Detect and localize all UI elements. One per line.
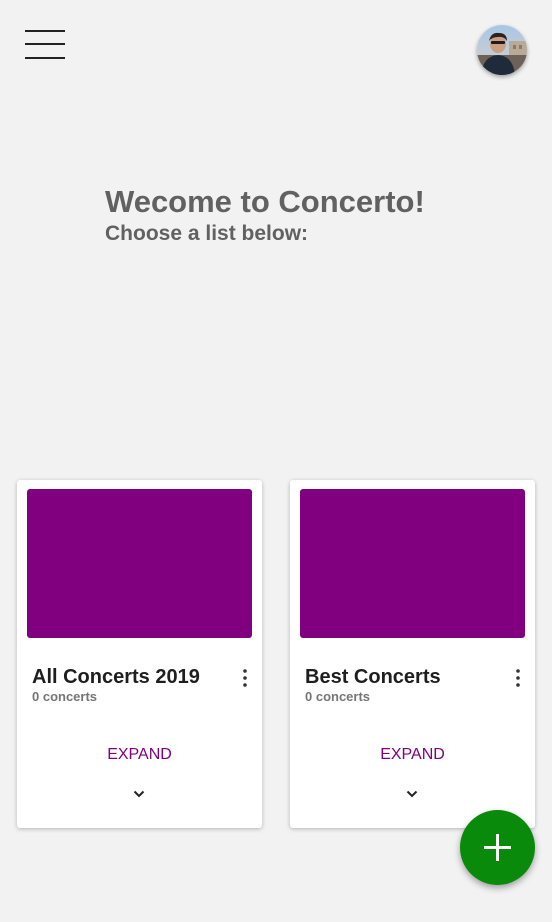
more-vert-icon[interactable] [508,668,528,690]
welcome-title: Wecome to Concerto! [105,184,425,219]
expand-button[interactable]: EXPAND [17,745,262,765]
list-card: All Concerts 2019 0 concerts EXPAND [17,480,262,828]
avatar-photo [477,25,527,75]
list-title: Best Concerts [305,666,441,688]
more-vert-icon[interactable] [235,668,255,690]
menu-line-top [25,30,65,32]
user-avatar[interactable] [477,25,527,75]
list-cover[interactable] [27,489,252,638]
expand-button[interactable]: EXPAND [290,745,535,765]
welcome-subtitle: Choose a list below: [105,222,309,245]
list-cover[interactable] [300,489,525,638]
menu-line-bottom [25,57,65,59]
hamburger-menu-icon[interactable] [25,30,65,60]
chevron-down-icon[interactable] [131,786,147,802]
list-count: 0 concerts [305,689,371,704]
list-card: Best Concerts 0 concerts EXPAND [290,480,535,828]
plus-icon [484,834,511,861]
menu-line-middle [25,43,65,45]
chevron-down-icon[interactable] [404,786,420,802]
add-list-button[interactable] [460,810,535,885]
list-title: All Concerts 2019 [32,666,200,688]
list-count: 0 concerts [32,689,98,704]
